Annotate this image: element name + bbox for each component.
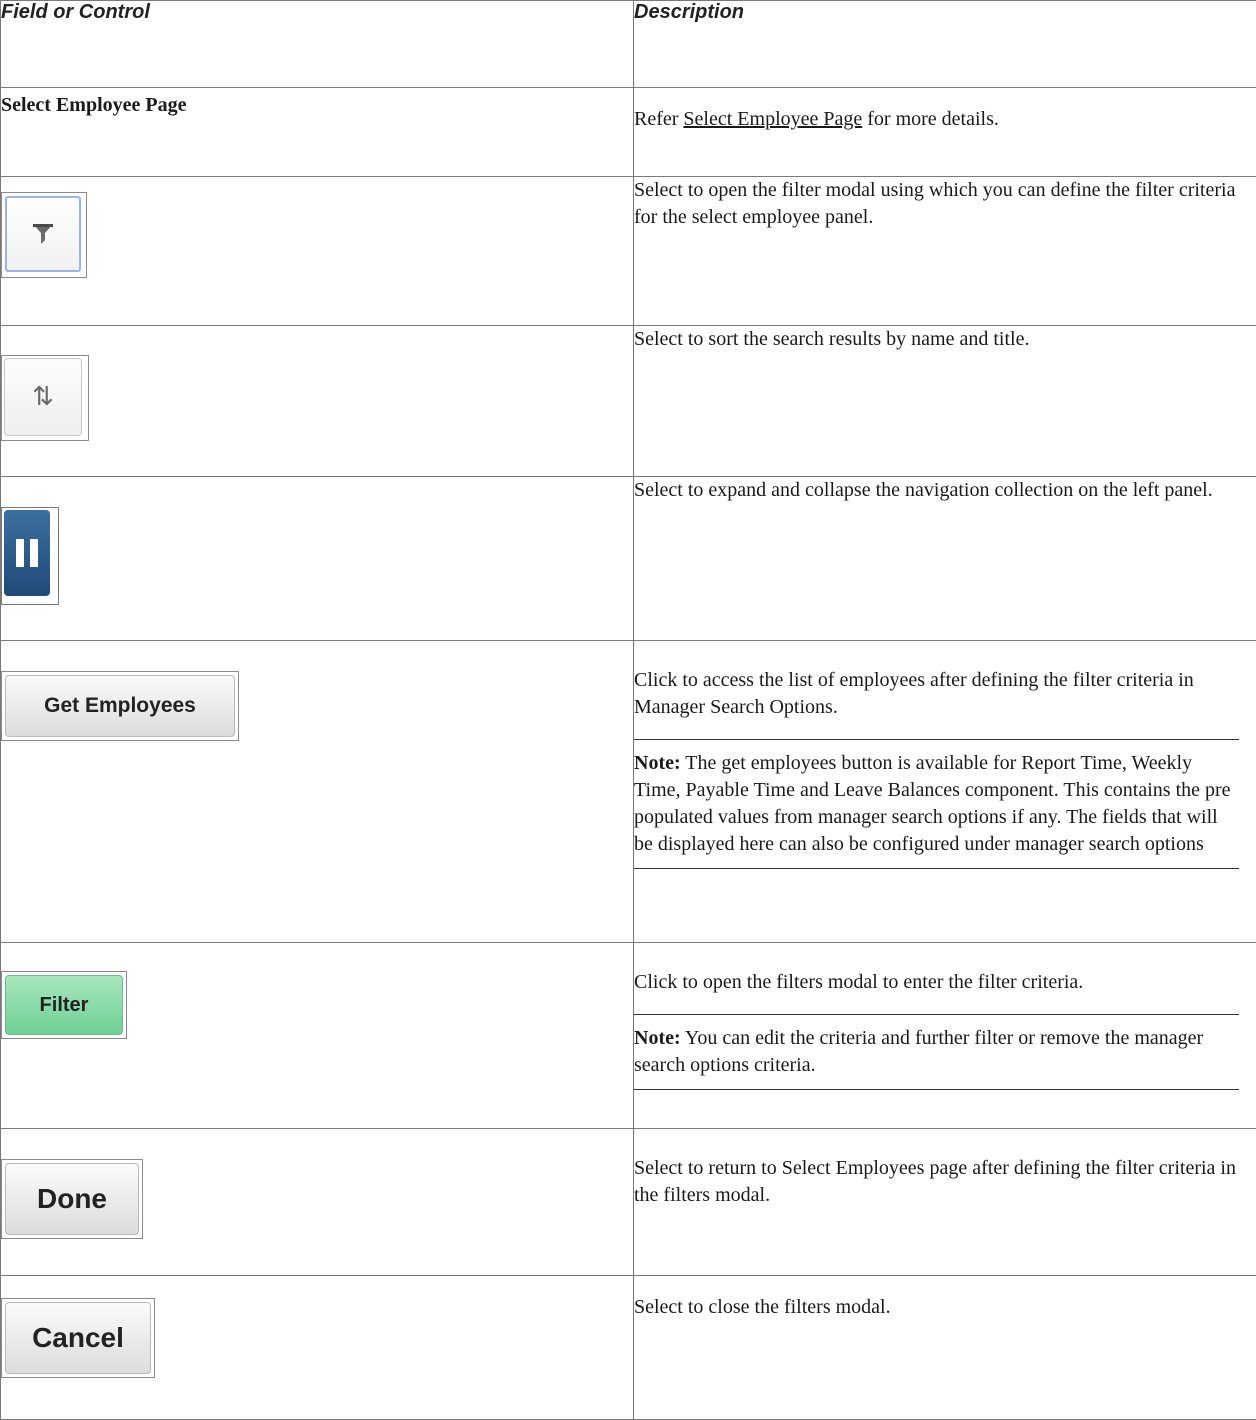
table-row: Select to expand and collapse the naviga… xyxy=(1,477,1256,641)
control-cell xyxy=(1,477,634,641)
table-row: ⇅ Select to sort the search results by n… xyxy=(1,326,1256,477)
header-field-or-control: Field or Control xyxy=(1,1,634,88)
table-row: Select Employee Page Refer Select Employ… xyxy=(1,88,1256,177)
description-text: Select to expand and collapse the naviga… xyxy=(634,477,1256,504)
description-cell: Refer Select Employee Page for more deta… xyxy=(634,88,1256,177)
filter-icon xyxy=(32,222,54,246)
header-description: Description xyxy=(634,1,1256,88)
description-text: Select to close the filters modal. xyxy=(634,1294,1256,1321)
done-button[interactable]: Done xyxy=(5,1163,139,1235)
description-text: Select to sort the search results by nam… xyxy=(634,326,1256,353)
filter-button[interactable]: Filter xyxy=(5,975,123,1035)
note-label: Note: xyxy=(634,1027,681,1049)
sort-icon: ⇅ xyxy=(32,382,54,412)
select-employee-page-link[interactable]: Select Employee Page xyxy=(683,108,862,130)
description-cell: Click to access the list of employees af… xyxy=(634,641,1256,943)
control-cell: Done xyxy=(1,1129,634,1276)
control-cell: ⇅ xyxy=(1,326,634,477)
description-cell: Select to close the filters modal. xyxy=(634,1276,1256,1420)
note-text: The get employees button is available fo… xyxy=(634,752,1231,855)
table-row: Filter Click to open the filters modal t… xyxy=(1,943,1256,1129)
get-employees-shot: Get Employees xyxy=(1,671,239,741)
control-cell: Filter xyxy=(1,943,634,1129)
control-cell: Select Employee Page xyxy=(1,88,634,177)
field-description-table: Field or Control Description Select Empl… xyxy=(0,0,1256,1420)
done-shot: Done xyxy=(1,1159,143,1239)
get-employees-button[interactable]: Get Employees xyxy=(5,675,235,737)
description-cell: Select to sort the search results by nam… xyxy=(634,326,1256,477)
table-row: Get Employees Click to access the list o… xyxy=(1,641,1256,943)
note-label: Note: xyxy=(634,752,681,774)
description-text: for more details. xyxy=(862,108,999,130)
pause-icon xyxy=(4,510,50,596)
description-text: Select to open the filter modal using wh… xyxy=(634,177,1256,231)
table-row: Cancel Select to close the filters modal… xyxy=(1,1276,1256,1420)
control-cell: Get Employees xyxy=(1,641,634,943)
description-cell: Select to return to Select Employees pag… xyxy=(634,1129,1256,1276)
cancel-button[interactable]: Cancel xyxy=(5,1302,151,1374)
note-text: You can edit the criteria and further fi… xyxy=(634,1027,1203,1076)
description-text: Select to return to Select Employees pag… xyxy=(634,1155,1256,1209)
description-cell: Click to open the filters modal to enter… xyxy=(634,943,1256,1129)
description-text: Click to open the filters modal to enter… xyxy=(634,969,1256,996)
table-row: Select to open the filter modal using wh… xyxy=(1,177,1256,326)
description-cell: Select to expand and collapse the naviga… xyxy=(634,477,1256,641)
cancel-shot: Cancel xyxy=(1,1298,155,1378)
description-cell: Select to open the filter modal using wh… xyxy=(634,177,1256,326)
note-box: Note: The get employees button is availa… xyxy=(634,739,1239,869)
description-text: Click to access the list of employees af… xyxy=(634,667,1256,721)
filter-shot: Filter xyxy=(1,971,127,1039)
filter-icon-button[interactable] xyxy=(1,192,87,278)
table-row: Done Select to return to Select Employee… xyxy=(1,1129,1256,1276)
sort-icon-button[interactable]: ⇅ xyxy=(1,355,89,441)
description-text: Refer xyxy=(634,108,683,130)
control-cell: Cancel xyxy=(1,1276,634,1420)
select-employee-page-label: Select Employee Page xyxy=(1,88,633,119)
table-header-row: Field or Control Description xyxy=(1,1,1256,88)
collapse-panel-button[interactable] xyxy=(1,507,59,605)
note-box: Note: You can edit the criteria and furt… xyxy=(634,1014,1239,1090)
control-cell xyxy=(1,177,634,326)
